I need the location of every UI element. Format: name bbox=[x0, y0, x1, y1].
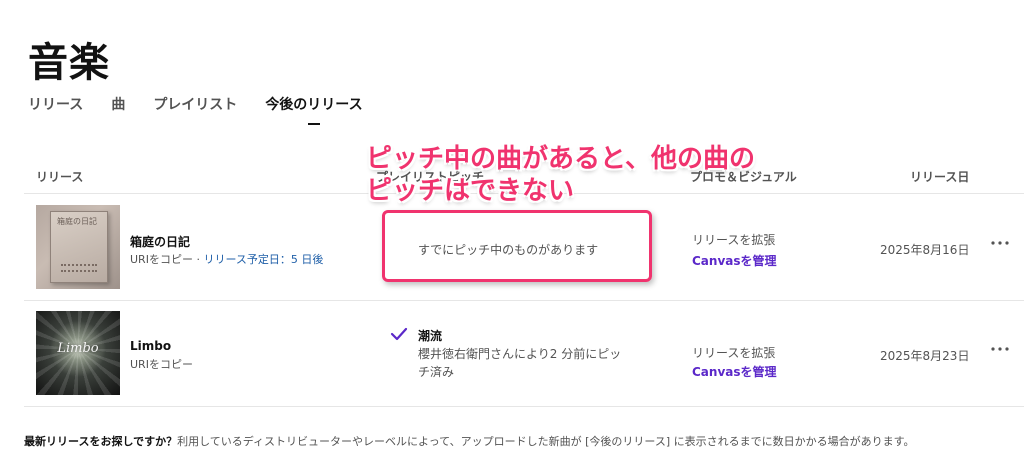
cover-art: 箱庭の日記 bbox=[50, 211, 108, 283]
tab-bar: リリース 曲 プレイリスト 今後のリリース bbox=[28, 94, 391, 114]
footer-note: 最新リリースをお探しですか？利用しているディストリビューターやレーベルによって、… bbox=[24, 433, 915, 449]
table-row: Limbo Limbo URIをコピー 潮流 櫻井徳右衛門さんにより2 分前にピ… bbox=[24, 301, 1024, 407]
cover-ornament bbox=[61, 264, 97, 272]
page-title: 音楽 bbox=[28, 40, 110, 86]
more-horizontal-icon[interactable] bbox=[990, 345, 1010, 353]
more-horizontal-icon[interactable] bbox=[990, 239, 1010, 247]
pitch-description: 櫻井徳右衛門さんにより2 分前にピッチ済み bbox=[418, 347, 622, 379]
playlist-name[interactable]: 潮流 bbox=[418, 327, 442, 344]
manage-canvas-link[interactable]: Canvasを管理 bbox=[692, 363, 777, 380]
copy-uri-link[interactable]: URIをコピー bbox=[130, 358, 193, 371]
annotation-callout: ピッチ中の曲があると、他の曲の ピッチはできない bbox=[366, 143, 755, 207]
release-title[interactable]: 箱庭の日記 bbox=[130, 233, 190, 250]
header-release-date: リリース日 bbox=[910, 170, 970, 184]
annotation-line-2: ピッチはできない bbox=[366, 176, 575, 206]
cover-art-text: 箱庭の日記 bbox=[57, 217, 97, 226]
album-cover[interactable]: Limbo bbox=[36, 311, 120, 395]
check-icon bbox=[390, 327, 408, 341]
album-cover[interactable]: 箱庭の日記 bbox=[36, 205, 120, 289]
manage-canvas-link[interactable]: Canvasを管理 bbox=[692, 252, 777, 269]
tab-songs[interactable]: 曲 bbox=[111, 94, 125, 114]
tab-playlists[interactable]: プレイリスト bbox=[153, 94, 237, 114]
footer-note-bold: 最新リリースをお探しですか？ bbox=[24, 435, 178, 448]
tab-upcoming-releases[interactable]: 今後のリリース bbox=[265, 94, 362, 114]
annotation-highlight-box bbox=[382, 210, 652, 282]
annotation-line-1: ピッチ中の曲があると、他の曲の bbox=[366, 144, 755, 174]
footer-note-text: 利用しているディストリビューターやレーベルによって、アップロードした新曲が [今… bbox=[177, 435, 915, 448]
extend-release-link[interactable]: リリースを拡張 bbox=[692, 344, 775, 361]
release-subline: URIをコピー bbox=[130, 356, 193, 372]
copy-uri-link[interactable]: URIをコピー bbox=[130, 253, 193, 266]
separator: · bbox=[192, 253, 204, 266]
extend-release-link[interactable]: リリースを拡張 bbox=[692, 231, 775, 248]
release-subline: URIをコピー · リリース予定日：5 日後 bbox=[130, 251, 323, 267]
cover-art-text: Limbo bbox=[57, 341, 99, 356]
tab-releases[interactable]: リリース bbox=[28, 94, 83, 114]
release-date: 2025年8月16日 bbox=[880, 243, 970, 257]
header-release: リリース bbox=[36, 170, 84, 184]
release-date: 2025年8月23日 bbox=[880, 349, 970, 363]
release-title[interactable]: Limbo bbox=[130, 339, 171, 353]
scheduled-release-link[interactable]: リリース予定日：5 日後 bbox=[203, 253, 323, 266]
